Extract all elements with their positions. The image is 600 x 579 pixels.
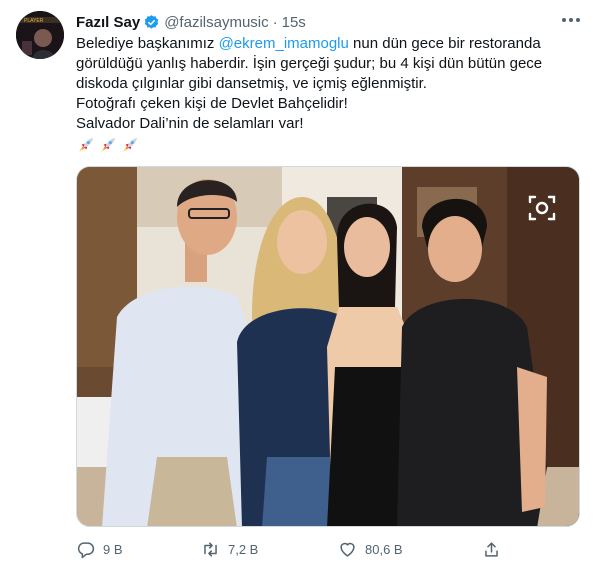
retweet-icon — [204, 541, 217, 557]
like-button[interactable]: 80,6 B — [338, 540, 403, 559]
tweet-photo[interactable] — [76, 166, 580, 527]
heart-icon — [340, 542, 355, 557]
tweet-text-segment: nun dün gece bir restoranda — [348, 35, 541, 52]
tweet-line-3: diskoda çılgınlar gibi dansetmiş, ve içm… — [76, 75, 427, 92]
tweet-card[interactable]: PLAYER Fazıl Say @fazilsaymusic · 15s Be… — [0, 0, 600, 579]
emoji-row — [76, 136, 584, 155]
reply-button[interactable]: 9 B — [76, 540, 123, 559]
retweet-count: 7,2 B — [228, 541, 259, 557]
share-icon — [485, 541, 498, 557]
image-search-icon[interactable] — [527, 193, 557, 223]
reply-count: 9 B — [103, 541, 123, 557]
mention-link[interactable]: @ekrem_imamoglu — [219, 35, 349, 52]
author-handle[interactable]: @fazilsaymusic — [164, 14, 268, 31]
tweet-line-4: Fotoğrafı çeken kişi de Devlet Bahçelidi… — [76, 95, 348, 112]
tweet-line-2: görüldüğü yanlış haberdir. İşin gerçeği … — [76, 55, 543, 72]
verified-badge-icon — [143, 14, 160, 31]
tweet-text: Belediye başkanımız @ekrem_imamoglu nun … — [76, 34, 584, 155]
tweet-actions: 9 B 7,2 B 80,6 B — [76, 537, 584, 561]
author-name[interactable]: Fazıl Say — [76, 14, 140, 31]
tweet-line-5: Salvador Dali’nin de selamları var! — [76, 115, 304, 132]
tweet-line-1: Belediye başkanımız @ekrem_imamoglu nun … — [76, 34, 584, 54]
retweet-button[interactable]: 7,2 B — [201, 540, 258, 559]
tweet-header: Fazıl Say @fazilsaymusic · 15s — [76, 12, 306, 32]
tweet-timestamp[interactable]: 15s — [282, 14, 306, 31]
more-options-icon[interactable] — [558, 10, 584, 30]
reply-icon — [77, 541, 95, 558]
svg-text:PLAYER: PLAYER — [24, 18, 44, 24]
like-count: 80,6 B — [365, 541, 403, 557]
header-separator: · — [272, 13, 278, 31]
rocket-icon — [122, 137, 138, 153]
rocket-icon — [78, 137, 94, 153]
share-button[interactable] — [482, 540, 501, 559]
tweet-text-segment: Belediye başkanımız — [76, 35, 219, 52]
rocket-icon — [100, 137, 116, 153]
author-avatar[interactable]: PLAYER — [16, 11, 64, 59]
